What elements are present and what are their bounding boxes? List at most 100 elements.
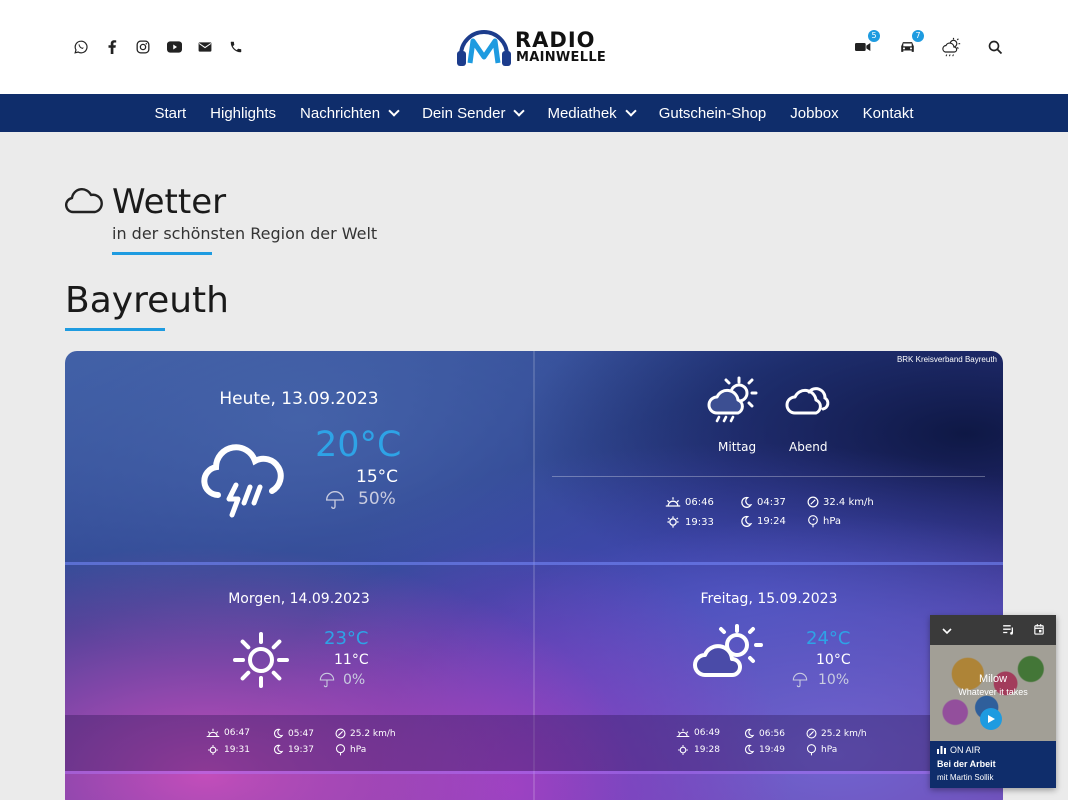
nav-mediathek[interactable]: Mediathek [547, 105, 637, 122]
tomorrow-moonset: 19:37 [272, 744, 314, 755]
header-tools: 5 7 [852, 30, 1006, 58]
stat-value: 06:47 [224, 728, 250, 738]
today-moonrise: 04:37 [739, 496, 786, 509]
stat-value: 19:28 [694, 745, 720, 755]
main-nav: Start Highlights Nachrichten Dein Sender… [0, 94, 1068, 132]
tomorrow-moonrise: 05:47 [272, 728, 314, 739]
moonset-icon [741, 515, 753, 527]
show-host: mit Martin Sollik [937, 773, 994, 782]
stat-value: 19:37 [288, 744, 314, 755]
sunset-icon [678, 745, 688, 755]
calendar-icon[interactable] [1034, 624, 1044, 635]
nav-start[interactable]: Start [154, 105, 186, 122]
umbrella-icon [319, 672, 335, 688]
wind-icon [806, 728, 817, 739]
tomorrow-wind: 25.2 km/h [335, 728, 396, 739]
umbrella-icon [325, 491, 345, 509]
stats-band [65, 715, 1003, 771]
divider [65, 562, 1003, 565]
stat-value: 19:24 [757, 516, 786, 527]
divider [65, 771, 1003, 774]
nav-label: Kontakt [862, 104, 914, 122]
car-icon [900, 42, 914, 52]
stat-value: 05:47 [288, 728, 314, 739]
playlist-icon[interactable] [1003, 625, 1015, 635]
nav-label: Nachrichten [300, 104, 381, 122]
mittag-label: Mittag [718, 440, 757, 454]
traffic-button[interactable]: 7 [896, 30, 924, 58]
phone-icon[interactable] [227, 38, 245, 56]
camera-badge: 5 [868, 30, 880, 42]
partly-cloudy-rain-icon [707, 376, 758, 423]
nav-dein-sender[interactable]: Dein Sender [422, 104, 526, 122]
stat-value: 19:33 [685, 516, 714, 528]
site-header: RADIO MAINWELLE 5 7 [0, 0, 1068, 94]
thunderstorm-icon [201, 444, 284, 518]
image-credit: BRK Kreisverband Bayreuth [896, 355, 997, 364]
mail-icon[interactable] [196, 38, 214, 56]
stat-value: 25.2 km/h [350, 728, 396, 739]
moonset-icon [744, 744, 755, 755]
nav-nachrichten[interactable]: Nachrichten [300, 104, 400, 122]
tomorrow-sunset: 19:31 [206, 744, 250, 756]
tomorrow-sunrise: 06:47 [206, 728, 250, 738]
facebook-icon[interactable] [103, 38, 121, 56]
stat-value: 19:49 [759, 744, 785, 755]
play-icon [988, 715, 995, 723]
youtube-icon[interactable] [165, 38, 183, 56]
today-rain: 50% [358, 489, 396, 509]
abend-label: Abend [789, 440, 828, 454]
pressure-icon [335, 744, 346, 756]
city-title: Bayreuth [65, 280, 229, 321]
sunrise-icon [665, 497, 681, 507]
social-links [72, 38, 245, 56]
search-button[interactable] [984, 36, 1006, 58]
moonrise-icon [741, 496, 753, 508]
nav-highlights[interactable]: Highlights [210, 105, 276, 122]
nav-kontakt[interactable]: Kontakt [863, 105, 914, 122]
stat-value: 19:31 [224, 745, 250, 755]
weather-card: BRK Kreisverband Bayreuth Heute, 13.09.2… [65, 351, 1003, 800]
sun-icon [233, 632, 289, 688]
radio-mini-player: Milow Whatever it takes ON AIR Bei der A… [930, 615, 1056, 788]
page-subtitle: in der schönsten Region der Welt [112, 224, 378, 243]
stat-value: 04:37 [757, 497, 786, 508]
chevron-down-icon[interactable] [942, 627, 952, 635]
friday-wind: 25.2 km/h [806, 728, 867, 739]
whatsapp-icon[interactable] [72, 38, 90, 56]
instagram-icon[interactable] [134, 38, 152, 56]
moonrise-icon [744, 728, 755, 739]
equalizer-icon [937, 746, 946, 754]
today-wind: 32.4 km/h [807, 496, 874, 508]
friday-low: 10°C [816, 652, 851, 668]
nav-label: Dein Sender [422, 104, 506, 122]
nav-jobbox[interactable]: Jobbox [790, 105, 838, 122]
weather-button[interactable] [940, 36, 962, 58]
player-toolbar [930, 615, 1056, 645]
today-high: 20°C [315, 425, 402, 465]
car-badge: 7 [912, 30, 924, 42]
stat-value: 06:49 [694, 728, 720, 738]
city-underline [65, 328, 165, 331]
title-underline [112, 252, 212, 255]
site-logo[interactable]: RADIO MAINWELLE [455, 27, 615, 69]
on-air-status: ON AIR [937, 745, 981, 755]
play-button[interactable] [980, 708, 1002, 730]
today-sunrise: 06:46 [665, 496, 714, 508]
search-icon [988, 40, 1002, 54]
chevron-down-icon [513, 105, 526, 117]
nav-label: Gutschein-Shop [658, 104, 767, 122]
friday-date: Freitag, 15.09.2023 [700, 591, 838, 607]
on-air-info[interactable]: ON AIR Bei der Arbeit mit Martin Sollik [930, 741, 1056, 788]
sunset-icon [667, 516, 679, 528]
webcam-button[interactable]: 5 [852, 30, 880, 58]
nav-label: Jobbox [790, 104, 839, 122]
friday-sunset: 19:28 [676, 744, 720, 756]
weather-icon [942, 37, 961, 57]
cloudy-icon [785, 387, 830, 415]
tomorrow-low: 11°C [334, 652, 369, 668]
friday-moonset: 19:49 [743, 744, 785, 755]
logo-line-2: MAINWELLE [516, 50, 607, 65]
tomorrow-high: 23°C [324, 628, 369, 649]
nav-gutschein-shop[interactable]: Gutschein-Shop [659, 105, 767, 122]
